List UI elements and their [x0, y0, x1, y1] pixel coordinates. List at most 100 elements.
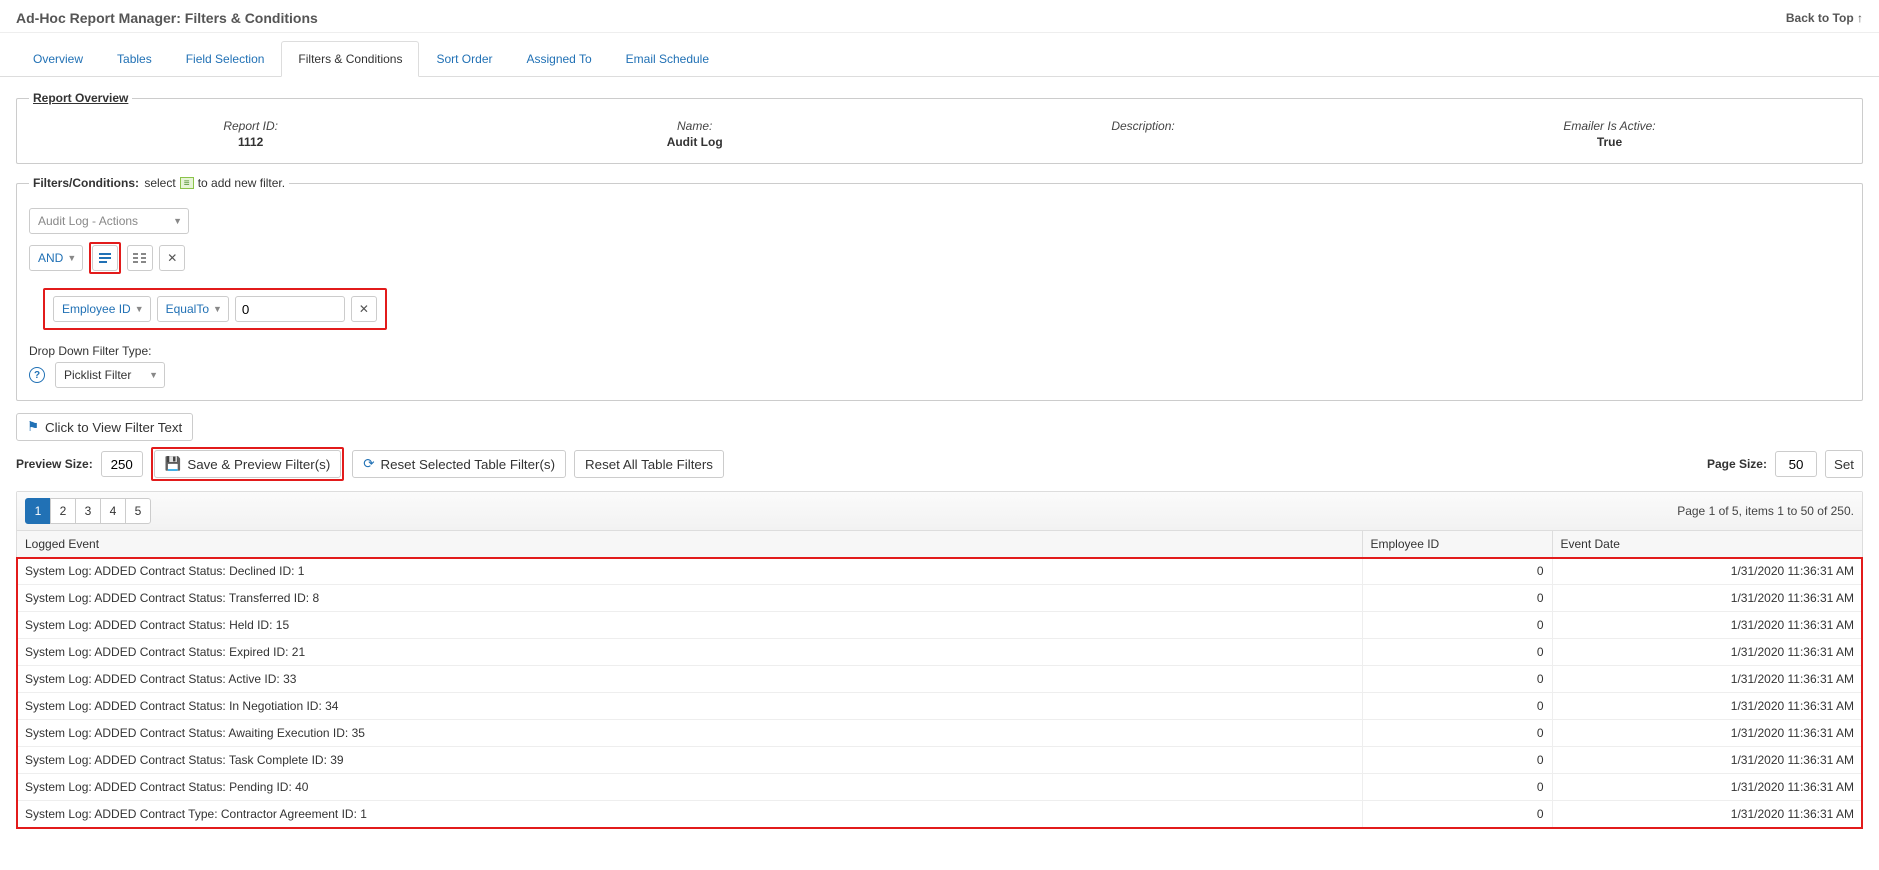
tab-email-schedule[interactable]: Email Schedule — [609, 41, 726, 77]
cell-employee-id: 0 — [1362, 639, 1552, 666]
dd-filter-type-select[interactable]: Picklist Filter ▼ — [55, 362, 165, 388]
add-group-icon[interactable] — [127, 245, 153, 271]
conjunction-select[interactable]: AND ▼ — [29, 245, 83, 271]
dd-filter-type-label: Drop Down Filter Type: — [29, 344, 1850, 358]
preview-size-input[interactable] — [101, 451, 143, 477]
col-header-event-date[interactable]: Event Date — [1552, 531, 1862, 558]
chevron-down-icon: ▼ — [67, 253, 76, 263]
page-3[interactable]: 3 — [75, 498, 101, 524]
condition-operator-select[interactable]: EqualTo ▼ — [157, 296, 229, 322]
overview-item-label: Description: — [1111, 119, 1174, 133]
overview-item-label: Report ID: — [223, 119, 278, 133]
table-row[interactable]: System Log: ADDED Contract Status: Activ… — [17, 666, 1862, 693]
view-filter-text-button[interactable]: ⚑ Click to View Filter Text — [16, 413, 193, 441]
reset-all-label: Reset All Table Filters — [585, 457, 713, 472]
cell-employee-id: 0 — [1362, 585, 1552, 612]
cell-event-date: 1/31/2020 11:36:31 AM — [1552, 558, 1862, 585]
save-icon: 💾 — [165, 456, 182, 472]
cell-logged-event: System Log: ADDED Contract Status: Trans… — [17, 585, 1362, 612]
back-to-top-link[interactable]: Back to Top ↑ — [1786, 11, 1863, 25]
cell-employee-id: 0 — [1362, 747, 1552, 774]
overview-item-value: 1112 — [223, 135, 278, 149]
overview-item-label: Name: — [667, 119, 723, 133]
page-5[interactable]: 5 — [125, 498, 151, 524]
cell-employee-id: 0 — [1362, 774, 1552, 801]
dd-filter-type-value: Picklist Filter — [64, 368, 131, 382]
cell-event-date: 1/31/2020 11:36:31 AM — [1552, 720, 1862, 747]
results-table: Logged Event Employee ID Event Date Syst… — [17, 531, 1862, 828]
set-page-size-button[interactable]: Set — [1825, 450, 1863, 478]
tab-sort-order[interactable]: Sort Order — [419, 41, 509, 77]
table-row[interactable]: System Log: ADDED Contract Type: Contrac… — [17, 801, 1862, 828]
cell-event-date: 1/31/2020 11:36:31 AM — [1552, 666, 1862, 693]
filters-legend-rest: select — [144, 176, 175, 190]
page-2[interactable]: 2 — [50, 498, 76, 524]
cell-event-date: 1/31/2020 11:36:31 AM — [1552, 747, 1862, 774]
filters-fieldset: Filters/Conditions: select ≡ to add new … — [16, 176, 1863, 401]
overview-item: Emailer Is Active: True — [1563, 119, 1655, 149]
reset-all-button[interactable]: Reset All Table Filters — [574, 450, 724, 478]
table-row[interactable]: System Log: ADDED Contract Status: Trans… — [17, 585, 1862, 612]
cell-logged-event: System Log: ADDED Contract Status: Activ… — [17, 666, 1362, 693]
overview-grid: Report ID: 1112 Name: Audit Log Description:… — [29, 115, 1850, 151]
conjunction-value: AND — [38, 251, 63, 265]
condition-field-value: Employee ID — [62, 302, 131, 316]
table-row[interactable]: System Log: ADDED Contract Status: In Ne… — [17, 693, 1862, 720]
condition-operator-value: EqualTo — [166, 302, 209, 316]
cell-event-date: 1/31/2020 11:36:31 AM — [1552, 774, 1862, 801]
cell-logged-event: System Log: ADDED Contract Status: Await… — [17, 720, 1362, 747]
table-row[interactable]: System Log: ADDED Contract Status: Pendi… — [17, 774, 1862, 801]
condition-value-input[interactable] — [235, 296, 345, 322]
reset-selected-label: Reset Selected Table Filter(s) — [380, 457, 555, 472]
tab-filters-conditions[interactable]: Filters & Conditions — [281, 41, 419, 77]
page-size-input[interactable] — [1775, 451, 1817, 477]
page-title: Ad-Hoc Report Manager: Filters & Conditi… — [16, 10, 318, 26]
reset-selected-button[interactable]: ⟳ Reset Selected Table Filter(s) — [352, 450, 566, 478]
cell-employee-id: 0 — [1362, 720, 1552, 747]
overview-item-value: True — [1563, 135, 1655, 149]
add-filter-hint-icon: ≡ — [180, 177, 194, 189]
delete-group-icon[interactable]: ✕ — [159, 245, 185, 271]
overview-item-label: Emailer Is Active: — [1563, 119, 1655, 133]
tab-field-selection[interactable]: Field Selection — [169, 41, 282, 77]
page-1[interactable]: 1 — [25, 498, 51, 524]
results-panel: 12345 Page 1 of 5, items 1 to 50 of 250.… — [16, 491, 1863, 829]
filter-table-select[interactable]: Audit Log - Actions ▼ — [29, 208, 189, 234]
tab-overview[interactable]: Overview — [16, 41, 100, 77]
pager: 12345 — [25, 498, 151, 524]
cell-event-date: 1/31/2020 11:36:31 AM — [1552, 801, 1862, 828]
add-condition-icon[interactable] — [92, 245, 118, 271]
table-row[interactable]: System Log: ADDED Contract Status: Expir… — [17, 639, 1862, 666]
view-filter-text-label: Click to View Filter Text — [45, 420, 182, 435]
delete-condition-icon[interactable]: ✕ — [351, 296, 377, 322]
cell-employee-id: 0 — [1362, 666, 1552, 693]
table-row[interactable]: System Log: ADDED Contract Status: Held … — [17, 612, 1862, 639]
help-icon[interactable]: ? — [29, 367, 45, 383]
col-header-logged-event[interactable]: Logged Event — [17, 531, 1362, 558]
cell-logged-event: System Log: ADDED Contract Status: Pendi… — [17, 774, 1362, 801]
table-row[interactable]: System Log: ADDED Contract Status: Decli… — [17, 558, 1862, 585]
table-row[interactable]: System Log: ADDED Contract Status: Await… — [17, 720, 1862, 747]
chevron-down-icon: ▼ — [213, 304, 222, 314]
cell-logged-event: System Log: ADDED Contract Status: Held … — [17, 612, 1362, 639]
cell-event-date: 1/31/2020 11:36:31 AM — [1552, 612, 1862, 639]
cell-logged-event: System Log: ADDED Contract Type: Contrac… — [17, 801, 1362, 828]
table-row[interactable]: System Log: ADDED Contract Status: Task … — [17, 747, 1862, 774]
cell-employee-id: 0 — [1362, 693, 1552, 720]
col-header-employee-id[interactable]: Employee ID — [1362, 531, 1552, 558]
tab-tables[interactable]: Tables — [100, 41, 169, 77]
tab-assigned-to[interactable]: Assigned To — [509, 41, 608, 77]
overview-item: Name: Audit Log — [667, 119, 723, 149]
page-4[interactable]: 4 — [100, 498, 126, 524]
save-preview-label: Save & Preview Filter(s) — [187, 457, 330, 472]
cell-logged-event: System Log: ADDED Contract Status: Expir… — [17, 639, 1362, 666]
cell-logged-event: System Log: ADDED Contract Status: Decli… — [17, 558, 1362, 585]
overview-item-value: Audit Log — [667, 135, 723, 149]
filter-table-select-value: Audit Log - Actions — [38, 214, 138, 228]
filters-legend: Filters/Conditions: select ≡ to add new … — [29, 176, 289, 190]
cell-employee-id: 0 — [1362, 558, 1552, 585]
condition-field-select[interactable]: Employee ID ▼ — [53, 296, 151, 322]
save-preview-button[interactable]: 💾 Save & Preview Filter(s) — [154, 450, 342, 478]
table-header-row: Logged Event Employee ID Event Date — [17, 531, 1862, 558]
refresh-icon: ⟳ — [363, 456, 374, 472]
